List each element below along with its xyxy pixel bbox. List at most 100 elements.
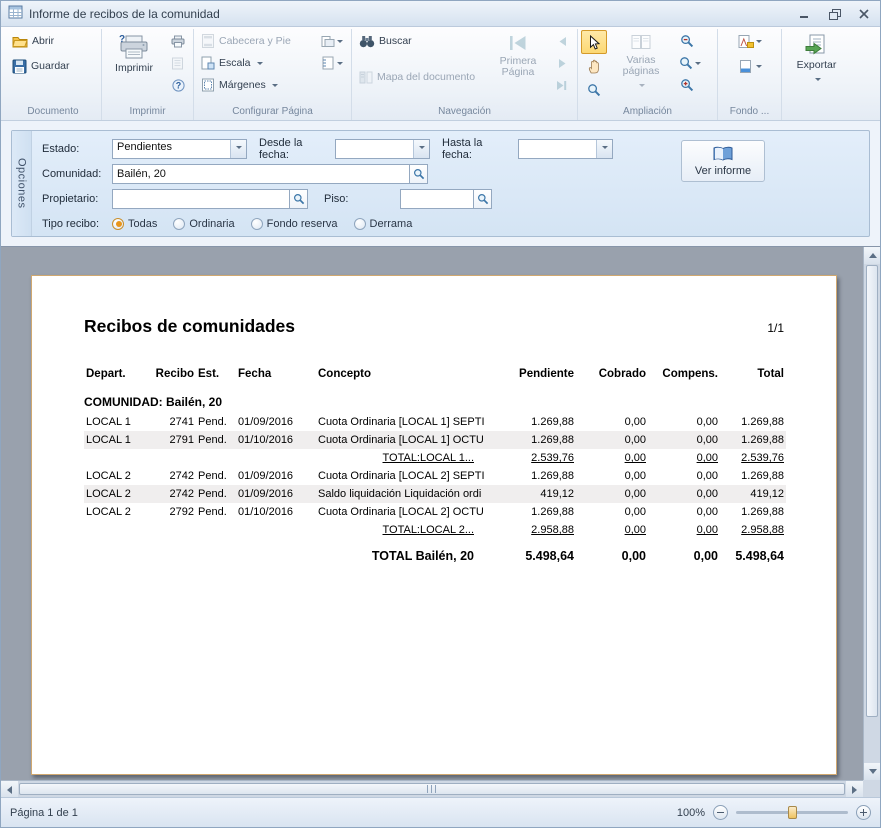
report-data-row: LOCAL 22742Pend.01/09/2016Saldo liquidac…	[84, 485, 786, 503]
scroll-right-button[interactable]	[846, 781, 863, 797]
ver-informe-label: Ver informe	[695, 165, 751, 177]
vertical-scrollbar[interactable]	[863, 247, 880, 780]
zoom-out-button[interactable]	[675, 30, 699, 52]
previous-page-button[interactable]	[550, 30, 574, 52]
desde-dropdown-button[interactable]	[413, 140, 429, 158]
cell-fecha: 01/09/2016	[236, 413, 316, 431]
export-icon	[804, 33, 829, 57]
estado-label: Estado:	[42, 143, 112, 155]
binoculars-icon	[359, 35, 375, 48]
next-page-button[interactable]	[550, 52, 574, 74]
estado-dropdown-button[interactable]	[230, 140, 246, 158]
last-page-button[interactable]	[550, 74, 574, 96]
watermark-button[interactable]	[730, 30, 770, 52]
ver-informe-button[interactable]: Ver informe	[681, 140, 765, 182]
scrollbar-corner	[863, 780, 880, 797]
comunidad-input[interactable]	[112, 164, 410, 184]
mapa-documento-button[interactable]: Mapa del documento	[355, 66, 486, 88]
mouse-pointer-icon	[589, 35, 600, 50]
paper-size-button[interactable]	[316, 52, 348, 74]
group-label-imprimir: Imprimir	[105, 105, 190, 120]
hasta-dropdown-button[interactable]	[596, 140, 612, 158]
zoom-slider-thumb[interactable]	[788, 806, 797, 819]
varias-paginas-button[interactable]: Varias páginas	[610, 30, 672, 98]
hasta-date-select[interactable]	[518, 139, 613, 159]
margenes-button[interactable]: Márgenes	[197, 74, 313, 96]
zoom-in-button[interactable]	[675, 74, 699, 96]
horizontal-scrollbar[interactable]	[1, 780, 863, 797]
zoom-tool-button[interactable]	[581, 78, 607, 102]
help-button[interactable]: ?	[166, 74, 190, 96]
cell-depart: LOCAL 2	[84, 485, 152, 503]
zoom-out-button-statusbar[interactable]	[713, 805, 728, 820]
close-button[interactable]	[855, 6, 873, 22]
watermark-icon	[738, 34, 754, 49]
piso-search-button[interactable]	[473, 189, 492, 209]
scroll-up-button[interactable]	[864, 247, 880, 264]
desde-date-select[interactable]	[335, 139, 430, 159]
paper-orientation-button[interactable]	[316, 30, 348, 52]
minimize-icon	[800, 16, 808, 18]
scroll-left-button[interactable]	[1, 781, 18, 797]
vertical-scroll-thumb[interactable]	[866, 265, 878, 717]
radio-label: Todas	[128, 218, 157, 230]
piso-input[interactable]	[400, 189, 474, 209]
cell-pendiente: 1.269,88	[484, 431, 576, 449]
report-book-icon	[712, 146, 734, 162]
cell-recibo: 2792	[152, 503, 196, 521]
radio-icon	[112, 218, 124, 230]
zoom-in-button-statusbar[interactable]	[856, 805, 871, 820]
radio-derrama[interactable]: Derrama	[354, 218, 413, 230]
estado-select[interactable]: Pendientes	[112, 139, 247, 159]
cabecera-pie-button[interactable]: Cabecera y Pie	[197, 30, 313, 52]
abrir-label: Abrir	[32, 36, 54, 47]
help-icon: ?	[172, 79, 185, 92]
cell-compens: 0,00	[648, 485, 720, 503]
report-title: Recibos de comunidades	[84, 316, 767, 337]
buscar-button[interactable]: Buscar	[355, 30, 486, 52]
arrow-right-icon	[852, 786, 861, 794]
buscar-label: Buscar	[379, 36, 412, 47]
options-tab[interactable]: Opciones	[12, 131, 32, 236]
zoom-button[interactable]	[675, 52, 705, 74]
report-page: Recibos de comunidades 1/1 Depart. Recib…	[31, 275, 837, 775]
cell-cobrado: 0,00	[576, 413, 648, 431]
report-group-header-row: COMUNIDAD: Bailén, 20	[84, 390, 786, 413]
mapa-documento-label: Mapa del documento	[377, 72, 475, 83]
cell-compens: 0,00	[648, 503, 720, 521]
radio-todas[interactable]: Todas	[112, 218, 157, 230]
quick-print-button[interactable]	[166, 30, 190, 52]
horizontal-scroll-thumb[interactable]	[19, 783, 845, 795]
cell-compens: 0,00	[648, 521, 720, 539]
imprimir-button[interactable]: ? Imprimir	[105, 30, 163, 98]
radio-ordinaria[interactable]: Ordinaria	[173, 218, 234, 230]
arrow-up-icon	[869, 249, 877, 258]
open-folder-icon	[12, 34, 28, 48]
abrir-button[interactable]: Abrir	[8, 30, 58, 52]
comunidad-search-button[interactable]	[409, 164, 428, 184]
primera-pagina-button[interactable]: Primera Página	[489, 30, 547, 98]
zoom-slider[interactable]	[736, 805, 848, 820]
primera-pagina-label: Primera Página	[490, 56, 546, 78]
cell-pendiente: 5.498,64	[484, 539, 576, 566]
print-options-button[interactable]	[166, 52, 190, 74]
pointer-tool-button[interactable]	[581, 30, 607, 54]
desde-label: Desde la fecha:	[259, 137, 329, 161]
restore-button[interactable]	[825, 6, 843, 22]
group-label-configurar-pagina: Configurar Página	[197, 105, 348, 120]
hand-tool-button[interactable]	[581, 54, 607, 78]
radio-fondo-reserva[interactable]: Fondo reserva	[251, 218, 338, 230]
guardar-button[interactable]: Guardar	[8, 55, 74, 77]
first-page-icon	[507, 33, 529, 53]
scale-icon	[201, 56, 215, 70]
minimize-button[interactable]	[795, 6, 813, 22]
ribbon-group-navegacion: Buscar Mapa del documento Primera Página	[351, 29, 577, 120]
propietario-search-button[interactable]	[289, 189, 308, 209]
scroll-down-button[interactable]	[864, 763, 880, 780]
escala-button[interactable]: Escala	[197, 52, 313, 74]
propietario-input[interactable]	[112, 189, 290, 209]
cell-total: 2.539,76	[720, 449, 786, 467]
exportar-button[interactable]: Exportar	[788, 30, 846, 98]
quick-print-icon	[171, 35, 185, 48]
page-color-button[interactable]	[730, 55, 770, 77]
